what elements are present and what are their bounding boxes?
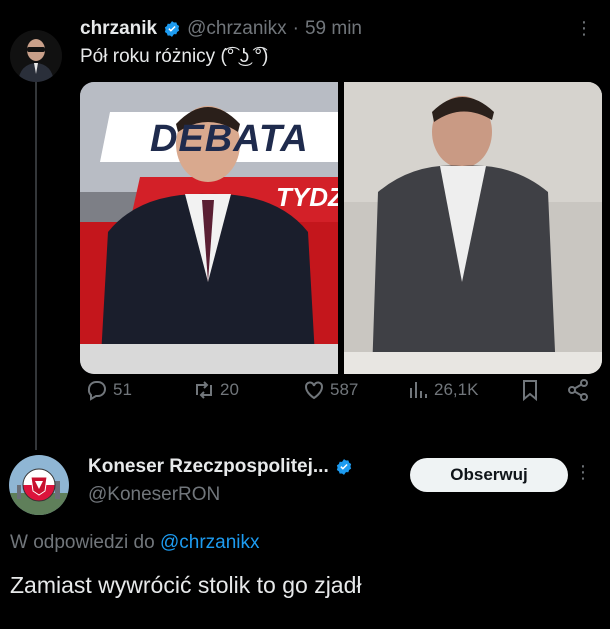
verified-badge-icon bbox=[336, 459, 351, 475]
reply-action[interactable]: 51 bbox=[85, 378, 132, 402]
bookmark-icon bbox=[523, 380, 537, 402]
media-image-left[interactable]: DEBATA TYDZ bbox=[80, 82, 338, 374]
share-action[interactable] bbox=[566, 378, 590, 402]
retweet-count: 20 bbox=[220, 380, 239, 399]
author-handle[interactable]: @chrzanikx bbox=[187, 18, 287, 40]
thread-connector-line bbox=[35, 82, 37, 450]
media-image-right[interactable] bbox=[344, 82, 602, 374]
author-name[interactable]: chrzanik bbox=[80, 18, 157, 40]
avatar[interactable] bbox=[10, 30, 62, 82]
reply-to-context: W odpowiedzi do @chrzanikx bbox=[10, 532, 260, 554]
tweet-media[interactable]: DEBATA TYDZ bbox=[80, 82, 602, 374]
more-vertical-icon[interactable]: ⋮ bbox=[575, 18, 593, 39]
timestamp[interactable]: 59 min bbox=[305, 18, 362, 40]
reply-to-mention[interactable]: @chrzanikx bbox=[160, 532, 260, 553]
reply-avatar[interactable] bbox=[9, 455, 69, 515]
reply-count: 51 bbox=[113, 380, 132, 399]
verified-badge-icon bbox=[164, 21, 180, 37]
retweet-icon bbox=[196, 381, 212, 399]
heart-icon bbox=[305, 381, 323, 400]
tweet-text: Pół roku różnicy (͡° ͜ʖ ͡°) bbox=[80, 46, 269, 67]
follow-button[interactable]: Obserwuj bbox=[410, 458, 568, 492]
reply-author-handle[interactable]: @KoneserRON bbox=[88, 484, 220, 506]
banner-subtext: TYDZ bbox=[276, 182, 338, 212]
reply-icon bbox=[87, 381, 106, 401]
share-icon bbox=[568, 379, 588, 401]
separator-dot: · bbox=[292, 18, 299, 39]
views-icon bbox=[410, 382, 427, 398]
like-count: 587 bbox=[330, 380, 359, 399]
views-count: 26,1K bbox=[434, 380, 479, 399]
bookmark-action[interactable] bbox=[518, 378, 542, 402]
views-action[interactable]: 26,1K bbox=[406, 378, 478, 402]
tweet-header: chrzanik @chrzanikx · 59 min bbox=[80, 18, 362, 40]
like-action[interactable]: 587 bbox=[302, 378, 358, 402]
more-vertical-icon[interactable]: ⋮ bbox=[574, 462, 592, 483]
retweet-action[interactable]: 20 bbox=[192, 378, 239, 402]
reply-header: Koneser Rzeczpospolitej... bbox=[88, 456, 353, 478]
banner-text: DEBATA bbox=[150, 118, 309, 160]
reply-text: Zamiast wywrócić stolik to go zjadł bbox=[10, 572, 362, 598]
reply-author-name[interactable]: Koneser Rzeczpospolitej... bbox=[88, 456, 329, 478]
reply-to-prefix: W odpowiedzi do bbox=[10, 532, 155, 553]
